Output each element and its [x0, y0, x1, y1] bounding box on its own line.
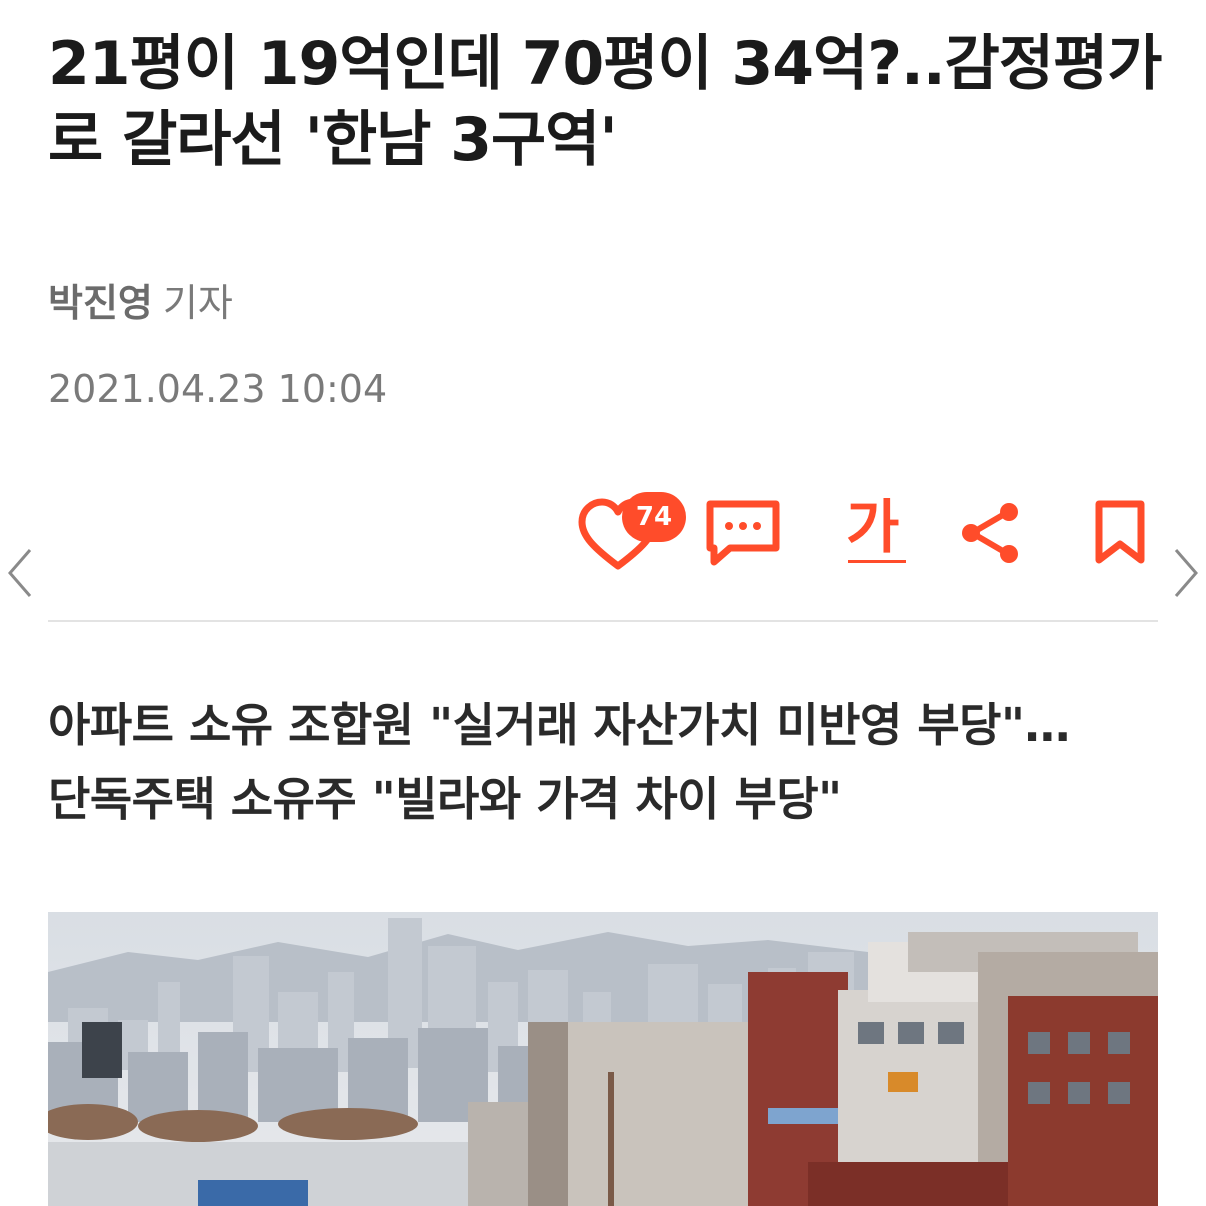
like-button[interactable]: 74 [578, 492, 688, 572]
reporter-name[interactable]: 박진영 [48, 281, 153, 325]
font-size-underline [848, 560, 906, 563]
byline: 박진영 기자 [48, 278, 233, 328]
bookmark-button[interactable] [1094, 500, 1146, 566]
font-size-button[interactable]: 가 [846, 494, 910, 570]
article-photo[interactable] [48, 912, 1158, 1206]
font-size-icon: 가 [846, 493, 900, 561]
subheadline-line-1: 아파트 소유 조합원 "실거래 자산가치 미반영 부당"… [48, 698, 1070, 752]
share-button[interactable] [958, 500, 1024, 566]
comment-button[interactable] [704, 498, 782, 568]
reporter-title: 기자 [162, 281, 233, 325]
bookmark-icon [1095, 500, 1145, 564]
like-count-badge: 74 [622, 492, 686, 542]
chevron-left-icon [8, 549, 32, 597]
cityscape-image [48, 912, 1158, 1206]
share-icon [962, 503, 1018, 563]
comment-icon [706, 500, 780, 566]
subheadline-line-2: 단독주택 소유주 "빌라와 가격 차이 부당" [48, 772, 842, 826]
chevron-right-icon [1174, 549, 1198, 597]
previous-article-button[interactable] [4, 546, 38, 600]
published-datetime: 2021.04.23 10:04 [48, 367, 388, 411]
article-subheadline: 아파트 소유 조합원 "실거래 자산가치 미반영 부당"… 단독주택 소유주 "… [48, 688, 1168, 836]
section-divider [48, 620, 1158, 622]
article-headline: 21평이 19억인데 70평이 34억?..감정평가로 갈라선 '한남 3구역' [48, 29, 1162, 175]
next-article-button[interactable] [1168, 546, 1202, 600]
